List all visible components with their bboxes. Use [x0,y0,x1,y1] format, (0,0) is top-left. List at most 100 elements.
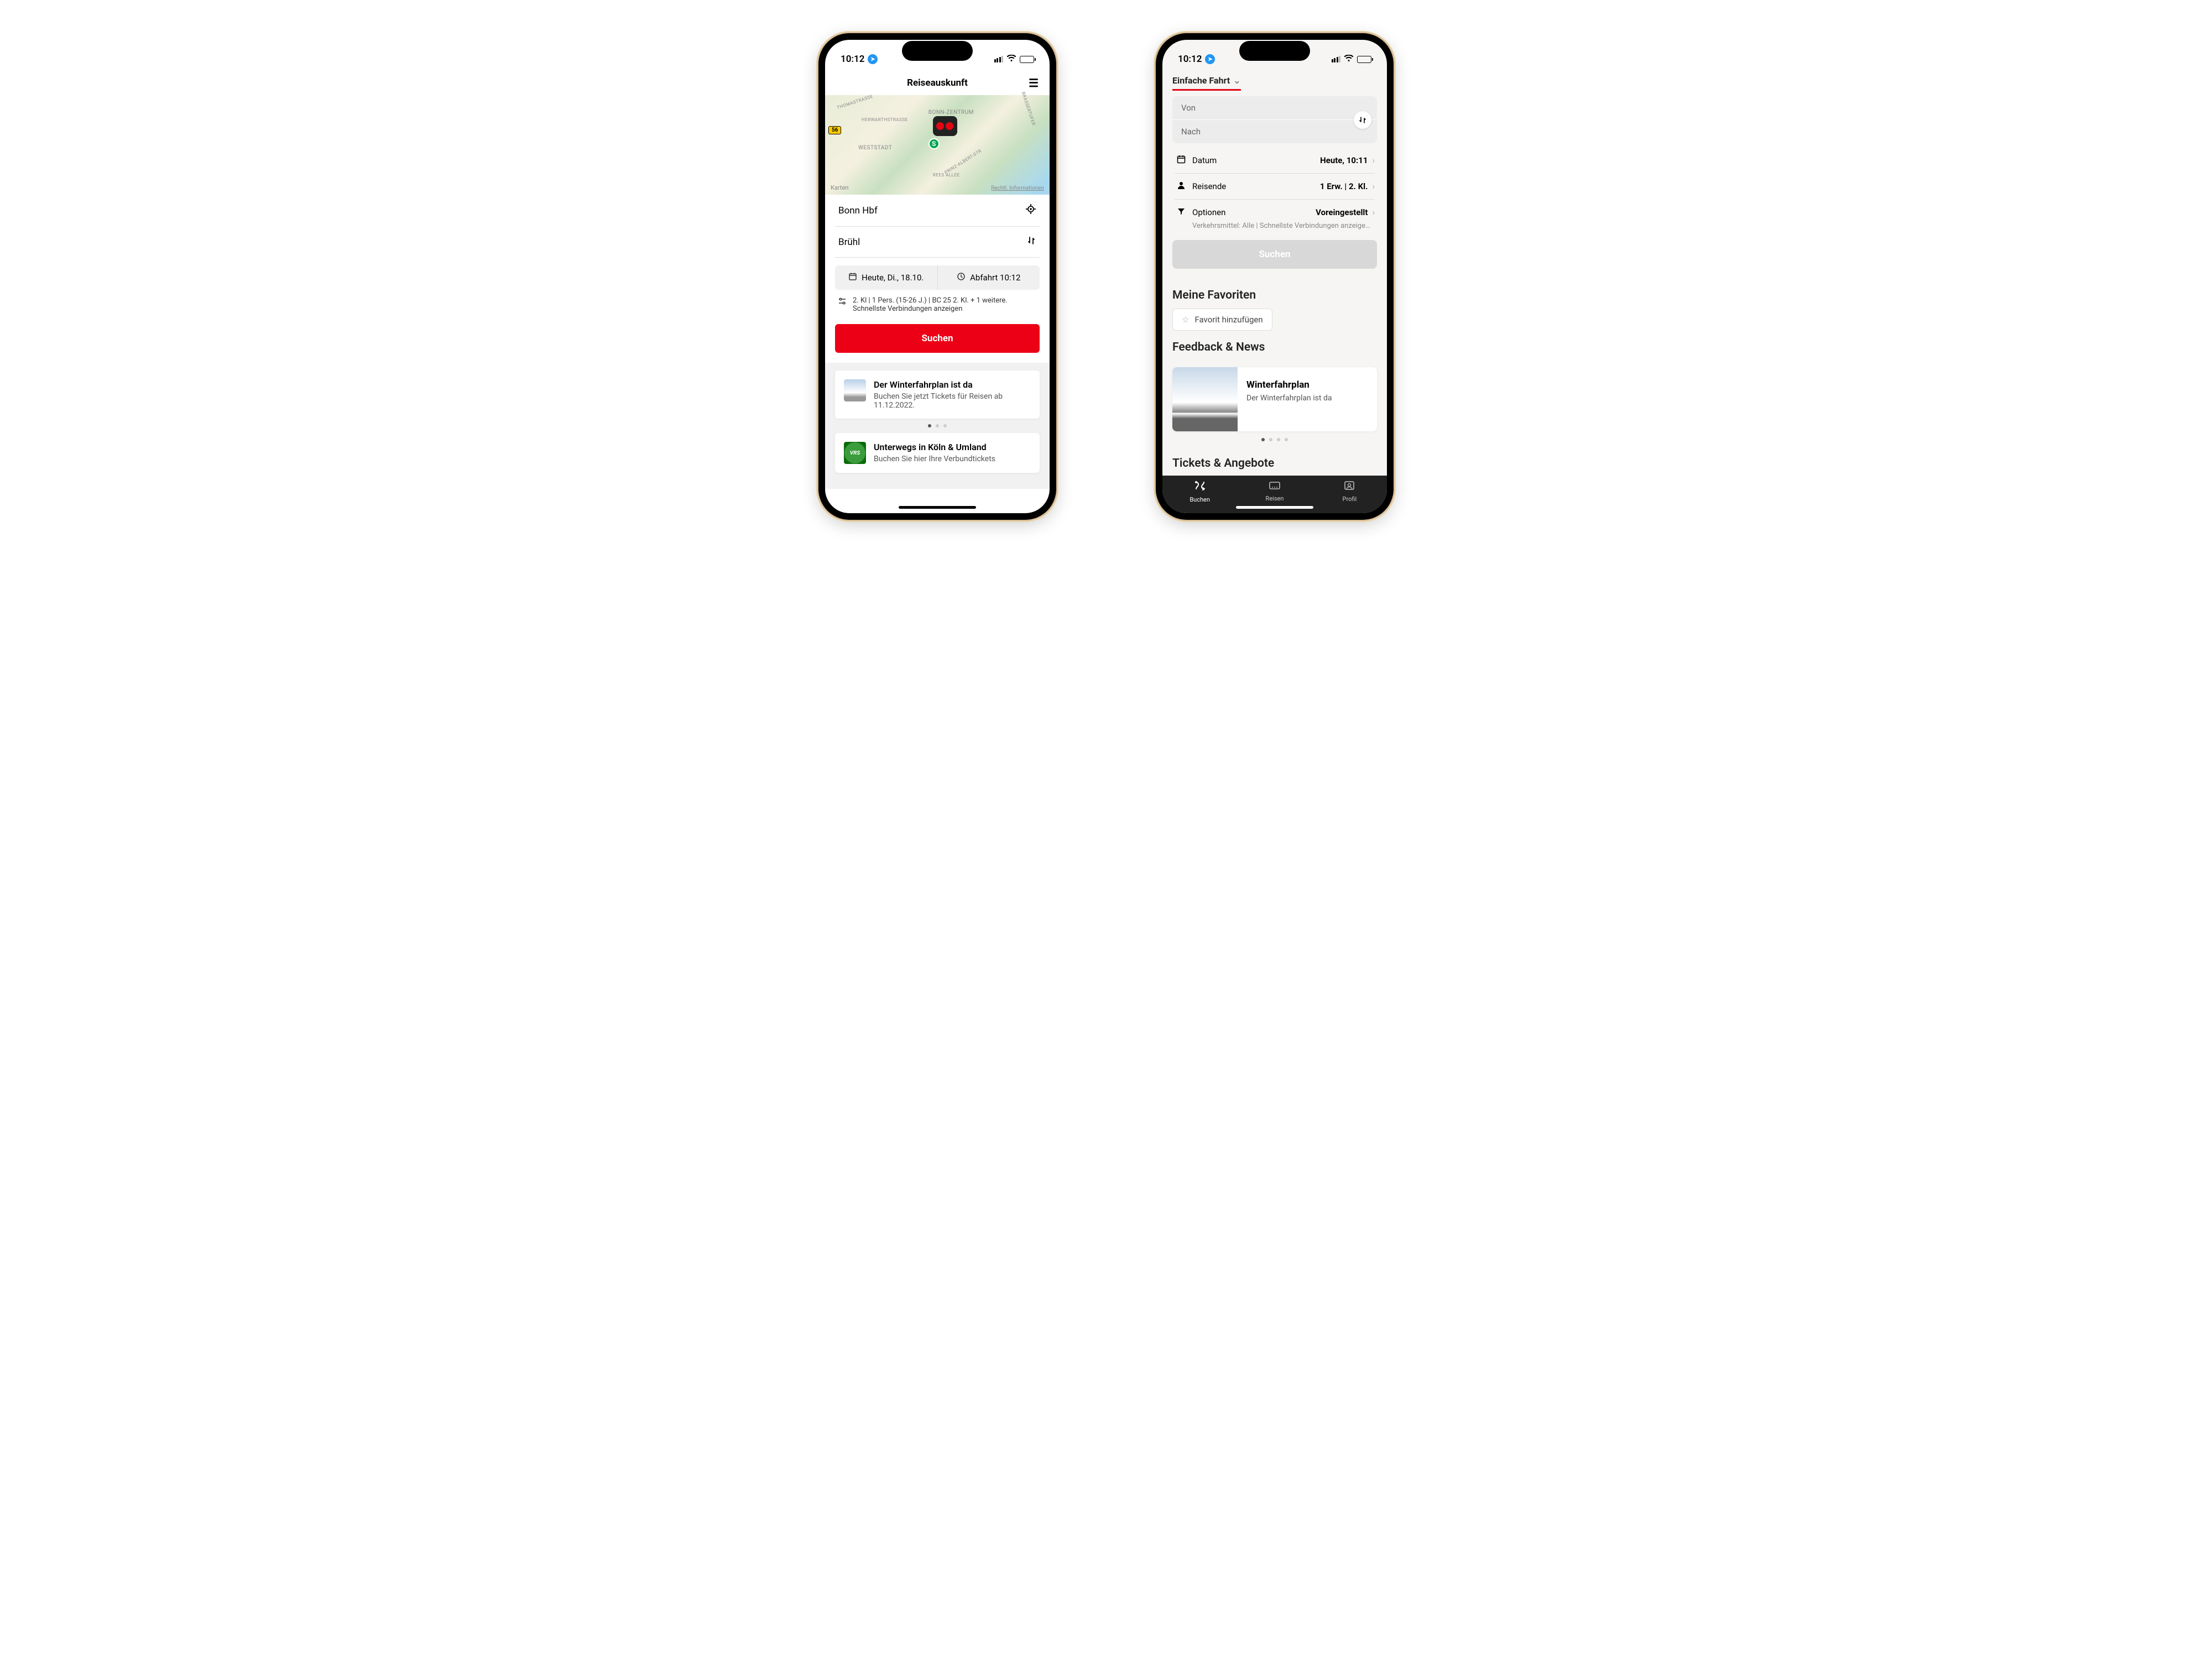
map-legal-link[interactable]: Rechtl. Informationen [991,185,1044,191]
map-street-label: HERWARTHSTRASSE [862,117,908,122]
location-services-icon: ➤ [868,54,878,64]
favorites-heading: Meine Favoriten [1162,279,1387,309]
options-text-2: Schnellste Verbindungen anzeigen [853,305,1008,313]
from-station-value: Bonn Hbf [838,205,878,216]
map-street-label: REES ALLEE [933,173,960,178]
route-badge: 56 [828,126,841,134]
from-station-field[interactable]: Bonn Hbf [835,195,1040,227]
tab-travel-label: Reisen [1266,495,1284,502]
calendar-icon [848,272,857,283]
trip-type-label: Einfache Fahrt [1172,75,1230,86]
date-label: Datum [1192,155,1320,165]
news-image [1172,367,1238,431]
datetime-selector: Heute, Di., 18.10. Abfahrt 10:12 [835,265,1040,290]
station-input-group: Von Nach [1172,96,1377,143]
transit-icon [936,122,944,130]
tab-profile[interactable]: Profil [1312,476,1387,508]
map-station-pin[interactable] [933,116,957,136]
phone-frame-right: 10:12 ➤ Einfache Fahrt ⌄ Von [1156,33,1394,520]
news-heading: Feedback & News [1162,331,1387,361]
tab-book-label: Buchen [1190,496,1210,503]
filter-icon [837,296,847,309]
tab-profile-label: Profil [1343,495,1357,503]
promo-subtitle: Buchen Sie hier Ihre Verbundtickets [874,455,995,463]
home-indicator[interactable] [899,506,976,509]
chevron-right-icon: › [1372,181,1375,191]
battery-icon [1020,56,1034,63]
wifi-icon [1006,54,1016,65]
map-attribution: Karten [831,184,848,191]
add-favorite-label: Favorit hinzufügen [1194,315,1262,325]
status-time: 10:12 [841,54,864,65]
vrs-logo-icon: VRS [844,442,866,464]
promo-title: Unterwegs in Köln & Umland [874,442,995,452]
chevron-down-icon: ⌄ [1233,75,1240,86]
trip-type-tab[interactable]: Einfache Fahrt ⌄ [1172,75,1241,91]
promo-card[interactable]: VRS Unterwegs in Köln & Umland Buchen Si… [835,433,1040,473]
travelers-row[interactable]: Reisende 1 Erw. | 2. Kl. › [1172,174,1377,199]
from-input[interactable]: Von [1172,96,1377,120]
map-street-label: PRINZ-ALBERT-STR [944,148,983,175]
map-district-label: BONN-ZENTRUM [928,109,974,116]
battery-icon [1357,56,1371,63]
swap-button[interactable] [1354,111,1371,129]
tab-book[interactable]: Buchen [1162,476,1237,508]
promo-card[interactable]: Der Winterfahrplan ist da Buchen Sie jet… [835,371,1040,419]
travelers-value: 1 Erw. | 2. Kl. [1320,181,1368,191]
locate-icon[interactable] [1025,204,1036,217]
search-options-row[interactable]: 2. Kl | 1 Pers. (15-26 J.) | BC 25 2. Kl… [835,290,1040,320]
date-value: Heute, Di., 18.10. [862,273,924,283]
map-district-label: WESTSTADT [858,145,892,151]
search-button-disabled[interactable]: Suchen [1172,240,1377,269]
offers-heading: Tickets & Angebote [1162,447,1387,476]
news-subtitle: Der Winterfahrplan ist da [1246,394,1332,403]
home-indicator[interactable] [1236,506,1313,509]
date-button[interactable]: Heute, Di., 18.10. [835,265,938,290]
time-value: Abfahrt 10:12 [970,273,1020,283]
swap-icon [1358,116,1367,124]
cellular-icon [994,56,1004,62]
options-value: Voreingestellt [1316,207,1368,217]
dynamic-island [1239,41,1310,61]
options-subtitle: Verkehrsmittel: Alle | Schnellste Verbin… [1172,222,1377,237]
location-services-icon: ➤ [1205,54,1215,64]
swap-icon[interactable] [1026,236,1036,248]
promo-subtitle: Buchen Sie jetzt Tickets für Reisen ab 1… [874,392,1031,410]
profile-icon [1344,481,1355,493]
news-card[interactable]: Winterfahrplan Der Winterfahrplan ist da [1172,367,1377,431]
filter-icon [1175,206,1188,218]
phone-frame-left: 10:12 ➤ Reiseauskunft ☰ BONN-ZENTRUM WES… [818,33,1056,520]
clock-icon [957,272,966,283]
chevron-right-icon: › [1372,207,1375,217]
time-button[interactable]: Abfahrt 10:12 [938,265,1040,290]
to-station-value: Brühl [838,237,860,248]
sbahn-icon[interactable]: S [928,138,940,149]
map-view[interactable]: BONN-ZENTRUM WESTSTADT THOMASTRASSE HERW… [825,95,1050,195]
promo-area: Der Winterfahrplan ist da Buchen Sie jet… [825,363,1050,489]
add-favorite-button[interactable]: ☆ Favorit hinzufügen [1172,309,1272,331]
options-text-1: 2. Kl | 1 Pers. (15-26 J.) | BC 25 2. Kl… [853,296,1008,305]
tab-travel[interactable]: Reisen [1237,476,1312,508]
map-street-label: BRASSERTUFER [1021,91,1036,126]
date-row[interactable]: Datum Heute, 10:11 › [1172,148,1377,173]
wifi-icon [1344,54,1354,65]
options-label: Optionen [1192,207,1316,217]
search-button[interactable]: Suchen [835,324,1040,353]
transit-icon [946,122,953,130]
person-icon [1175,180,1188,192]
calendar-icon [1175,154,1188,166]
travelers-label: Reisende [1192,181,1320,191]
page-indicator [835,424,1040,427]
page-indicator [1162,438,1387,441]
promo-thumbnail [844,379,866,401]
menu-icon[interactable]: ☰ [1029,76,1039,90]
to-station-field[interactable]: Brühl [835,227,1040,258]
dynamic-island [902,41,973,61]
map-street-label: THOMASTRASSE [836,94,873,111]
promo-title: Der Winterfahrplan ist da [874,379,1031,390]
page-title: Reiseauskunft [907,77,968,88]
status-time: 10:12 [1178,54,1202,65]
chevron-right-icon: › [1372,155,1375,165]
to-input[interactable]: Nach [1172,120,1377,143]
news-title: Winterfahrplan [1246,379,1332,390]
